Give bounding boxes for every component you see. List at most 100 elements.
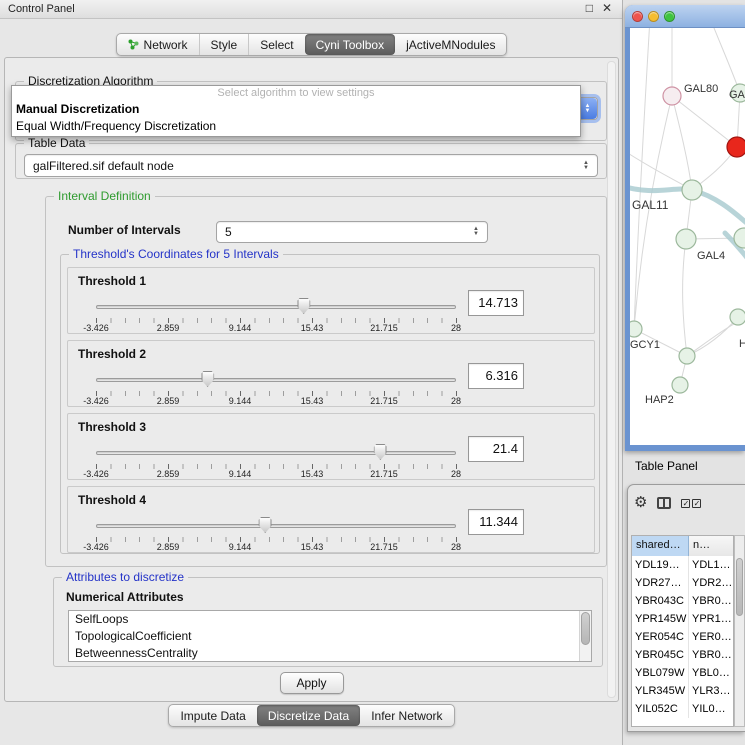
numerical-attributes-label: Numerical Attributes: [66, 590, 184, 604]
threshold-3-section: Threshold 3 -3.426 2.859 9.144 15.43 21.…: [67, 413, 595, 480]
tab-select[interactable]: Select: [248, 34, 304, 55]
table-rows: YDL19…YDL1… YDR27…YDR2… YBR043CYBR0… YPR…: [632, 556, 733, 718]
table-row[interactable]: YDR27…YDR2…: [632, 574, 733, 592]
select-columns-icon-button[interactable]: ✓ ✓: [681, 499, 701, 508]
slider-thumb[interactable]: [259, 517, 272, 533]
node-gal4[interactable]: [676, 229, 696, 249]
table-row[interactable]: YBR043CYBR0…: [632, 592, 733, 610]
group-title: Attributes to discretize: [62, 570, 188, 585]
control-panel-tabs: Network Style Select Cyni Toolbox jActiv…: [0, 33, 623, 56]
close-icon[interactable]: ✕: [602, 1, 612, 15]
network-icon: [128, 39, 139, 50]
table-data-select[interactable]: galFiltered.sif default node ▲ ▼: [24, 154, 598, 177]
list-item[interactable]: BetweennessCentrality: [69, 645, 591, 662]
slider-thumb[interactable]: [201, 371, 214, 387]
table-scrollbar[interactable]: [734, 535, 745, 727]
table-data-select-value: galFiltered.sif default node: [25, 159, 579, 173]
top-tabbar: Network Style Select Cyni Toolbox jActiv…: [116, 33, 508, 56]
threshold-4-value-field[interactable]: 11.344: [468, 509, 524, 535]
network-window: GAL80 GA GAL11 GAL4 GCY1 H HAP2: [625, 5, 745, 451]
number-of-intervals-value: 5: [217, 225, 469, 239]
list-scrollbar[interactable]: [579, 611, 591, 661]
threshold-2-slider[interactable]: [96, 371, 456, 389]
apply-button[interactable]: Apply: [280, 672, 344, 694]
threshold-1-slider[interactable]: [96, 298, 456, 316]
gear-icon: ⚙: [634, 495, 647, 511]
mac-minimize-button[interactable]: [648, 11, 659, 22]
threshold-4-section: Threshold 4 -3.426 2.859 9.144 15.43 21.…: [67, 486, 595, 553]
tab-jactivemnodules[interactable]: jActiveMNodules: [395, 34, 506, 55]
node-gal80[interactable]: [663, 87, 681, 105]
stepper-arrows-icon[interactable]: ▲ ▼: [579, 161, 593, 171]
column-header-name[interactable]: n…: [689, 536, 733, 556]
node[interactable]: [730, 309, 745, 325]
table-row[interactable]: YIL052CYIL0…: [632, 700, 733, 718]
column-header-shared-name[interactable]: shared…: [632, 536, 689, 556]
slider-track[interactable]: [96, 378, 456, 382]
threshold-4-slider[interactable]: [96, 517, 456, 535]
slider-thumb[interactable]: [297, 298, 310, 314]
attributes-group: Attributes to discretize Numerical Attri…: [53, 577, 603, 667]
table-row[interactable]: YPR145WYPR1…: [632, 610, 733, 628]
node-gal11[interactable]: [682, 180, 702, 200]
threshold-label: Threshold 2: [78, 347, 146, 361]
scrollbar-thumb[interactable]: [736, 558, 743, 616]
tab-impute-data[interactable]: Impute Data: [169, 705, 256, 726]
slider-track[interactable]: [96, 451, 456, 455]
scrollbar-thumb[interactable]: [581, 612, 590, 645]
mac-close-button[interactable]: [632, 11, 643, 22]
columns-icon-button[interactable]: [657, 497, 671, 509]
list-item[interactable]: SelfLoops: [69, 611, 591, 628]
table-row[interactable]: YBR045CYBR0…: [632, 646, 733, 664]
network-graph: GAL80 GA GAL11 GAL4 GCY1 H HAP2: [630, 28, 745, 445]
bottom-tabbar: Impute Data Discretize Data Infer Networ…: [168, 704, 454, 727]
node-label: GA: [729, 89, 745, 101]
tab-network[interactable]: Network: [117, 34, 199, 55]
dropdown-option-equal-width-frequency[interactable]: Equal Width/Frequency Discretization: [12, 118, 580, 135]
threshold-1-section: Threshold 1 -3.426 2.859 9.144 15.43 21.…: [67, 267, 595, 334]
table-row[interactable]: YBL079WYBL0…: [632, 664, 733, 682]
stepper-arrows-icon[interactable]: ▲ ▼: [469, 227, 483, 237]
tab-cyni-toolbox[interactable]: Cyni Toolbox: [305, 34, 395, 55]
threshold-1-value-field[interactable]: 14.713: [468, 290, 524, 316]
node-hap2[interactable]: [672, 377, 688, 393]
node-table: shared… n… YDL19…YDL1… YDR27…YDR2… YBR04…: [631, 535, 734, 727]
numerical-attributes-list[interactable]: SelfLoops TopologicalCoefficient Between…: [68, 610, 592, 662]
tab-style[interactable]: Style: [199, 34, 249, 55]
list-item[interactable]: TopologicalCoefficient: [69, 628, 591, 645]
threshold-3-value-field[interactable]: 21.4: [468, 436, 524, 462]
network-canvas[interactable]: GAL80 GA GAL11 GAL4 GCY1 H HAP2: [630, 28, 745, 445]
table-row[interactable]: YLR345WYLR3…: [632, 682, 733, 700]
panel-scrollbar[interactable]: [607, 61, 616, 698]
slider-track[interactable]: [96, 305, 456, 309]
node-label: H: [739, 338, 745, 350]
threshold-2-section: Threshold 2 -3.426 2.859 9.144 15.43 21.…: [67, 340, 595, 407]
float-window-icon[interactable]: □: [586, 1, 593, 15]
bottom-tabs: Impute Data Discretize Data Infer Networ…: [0, 704, 623, 727]
group-title: Table Data: [24, 136, 89, 151]
node-label: GCY1: [630, 339, 660, 351]
slider-scale-labels: -3.426 2.859 9.144 15.43 21.715 28: [96, 542, 456, 552]
window-buttons: □ ✕: [586, 1, 612, 15]
threshold-3-slider[interactable]: [96, 444, 456, 462]
slider-scale-labels: -3.426 2.859 9.144 15.43 21.715 28: [96, 323, 456, 333]
slider-track[interactable]: [96, 524, 456, 528]
slider-thumb[interactable]: [374, 444, 387, 460]
slider-scale-labels: -3.426 2.859 9.144 15.43 21.715 28: [96, 396, 456, 406]
columns-icon: [657, 497, 671, 509]
node[interactable]: [679, 348, 695, 364]
tab-discretize-data[interactable]: Discretize Data: [257, 705, 360, 726]
dropdown-option-manual-discretization[interactable]: Manual Discretization: [12, 101, 580, 118]
interval-definition-group: Interval Definition Number of Intervals …: [45, 196, 607, 567]
node-gcy1[interactable]: [630, 321, 642, 337]
number-of-intervals-select[interactable]: 5 ▲ ▼: [216, 221, 488, 243]
table-row[interactable]: YER054CYER0…: [632, 628, 733, 646]
node-highlighted[interactable]: [727, 137, 745, 157]
gear-icon-button[interactable]: ⚙: [634, 495, 647, 511]
table-row[interactable]: YDL19…YDL1…: [632, 556, 733, 574]
mac-zoom-button[interactable]: [664, 11, 675, 22]
tab-infer-network[interactable]: Infer Network: [360, 705, 453, 726]
checkboxes-icon: ✓ ✓: [681, 499, 701, 508]
threshold-2-value-field[interactable]: 6.316: [468, 363, 524, 389]
network-window-titlebar[interactable]: [625, 5, 745, 28]
